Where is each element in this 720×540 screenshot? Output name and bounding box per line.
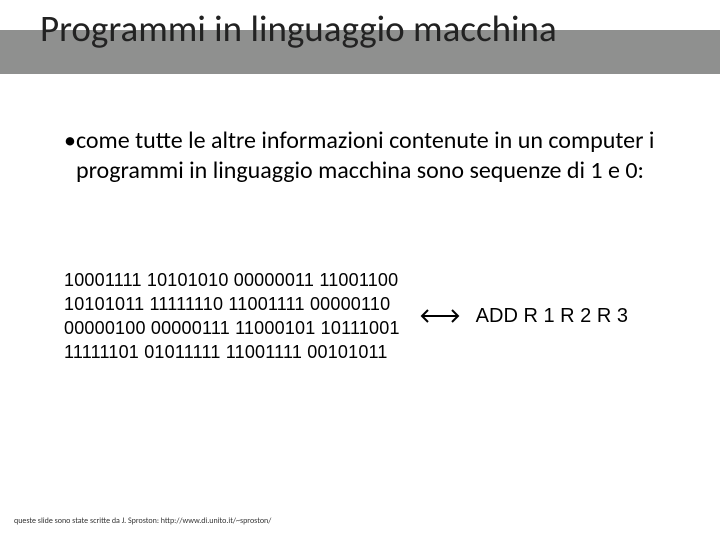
slide-title: Programmi in linguaggio macchina — [40, 6, 700, 51]
bullet-text: come tutte le altre informazioni contenu… — [76, 126, 680, 186]
binary-line-1: 10001111 10101010 00000011 11001100 — [64, 270, 398, 290]
footer-credit: queste slide sono state scritte da J. Sp… — [14, 516, 271, 526]
bullet-item: • come tutte le altre informazioni conte… — [64, 126, 680, 186]
bullet-marker: • — [64, 126, 76, 186]
binary-block: 10001111 10101010 00000011 11001100 1010… — [64, 268, 400, 364]
body-area: • come tutte le altre informazioni conte… — [64, 126, 680, 186]
binary-line-3: 00000100 00000111 11000101 10111001 — [64, 318, 400, 338]
mnemonic-text: ADD R 1 R 2 R 3 — [476, 305, 628, 328]
example-row: 10001111 10101010 00000011 11001100 1010… — [0, 268, 720, 364]
double-arrow-icon — [418, 307, 462, 325]
binary-line-4: 11111101 01011111 11001111 00101011 — [64, 342, 388, 362]
binary-line-2: 10101011 11111110 11001111 00000110 — [64, 294, 390, 314]
title-bar: Programmi in linguaggio macchina — [0, 0, 720, 84]
